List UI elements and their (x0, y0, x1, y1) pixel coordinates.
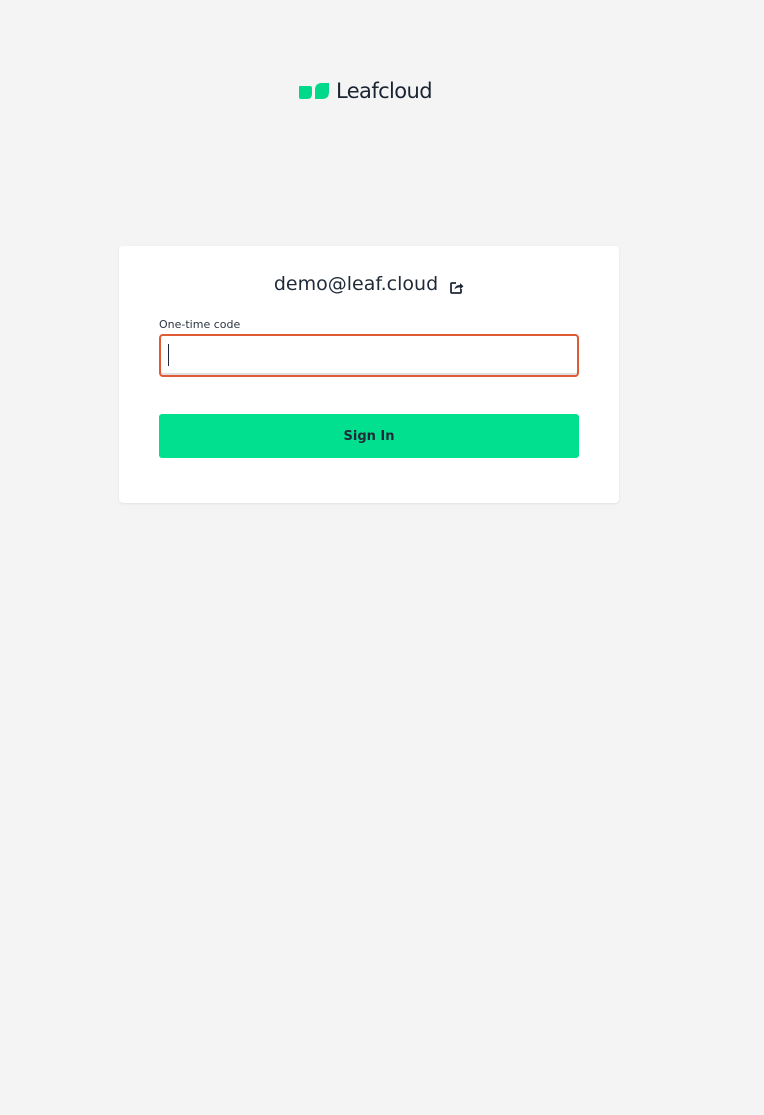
username-display: demo@leaf.cloud (273, 273, 439, 295)
leaf-logo-icon (299, 83, 329, 99)
otp-label: One-time code (159, 318, 241, 331)
share-arrow-icon[interactable] (450, 279, 464, 294)
sign-in-button[interactable]: Sign In (159, 414, 579, 458)
brand-name: Leafcloud (336, 79, 433, 103)
text-cursor (168, 344, 169, 366)
login-page: Leafcloud demo@leaf.cloud One-time code … (0, 0, 764, 1115)
login-card: demo@leaf.cloud One-time code Sign In (119, 246, 619, 503)
otp-input[interactable] (159, 334, 579, 377)
username-row: demo@leaf.cloud (119, 270, 619, 298)
leafcloud-logo: Leafcloud (298, 78, 433, 104)
